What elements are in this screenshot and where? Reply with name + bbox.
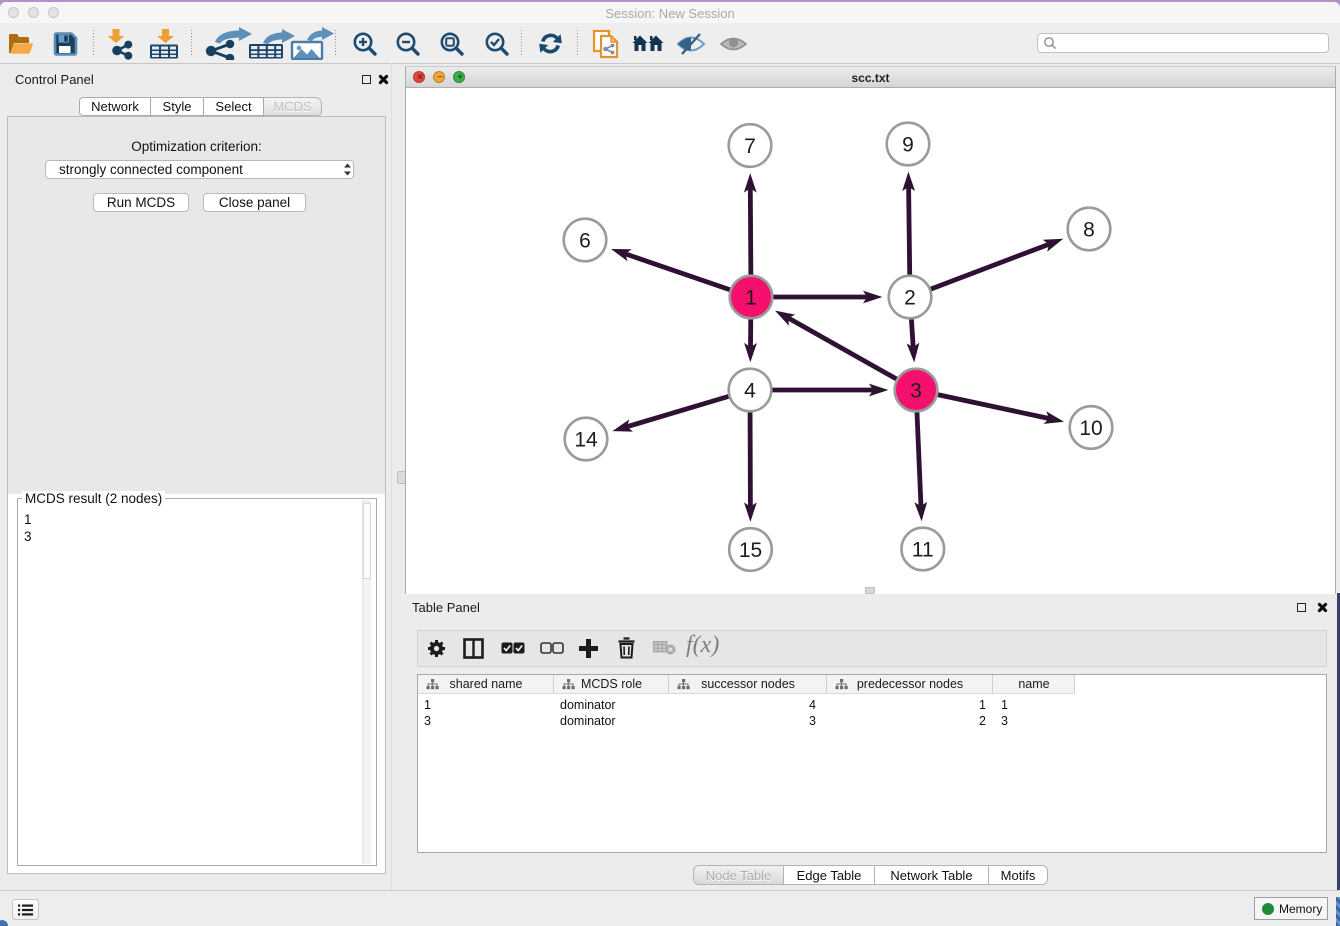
svg-text:3: 3 <box>910 380 922 403</box>
svg-text:2: 2 <box>904 287 916 310</box>
svg-text:4: 4 <box>744 380 756 403</box>
svg-text:11: 11 <box>912 539 934 562</box>
svg-text:9: 9 <box>902 134 914 157</box>
svg-text:14: 14 <box>574 429 598 452</box>
svg-text:10: 10 <box>1079 417 1102 440</box>
svg-text:15: 15 <box>739 539 762 562</box>
svg-text:6: 6 <box>579 230 591 253</box>
svg-text:7: 7 <box>744 135 756 158</box>
svg-text:8: 8 <box>1083 219 1095 242</box>
svg-text:1: 1 <box>745 287 757 310</box>
